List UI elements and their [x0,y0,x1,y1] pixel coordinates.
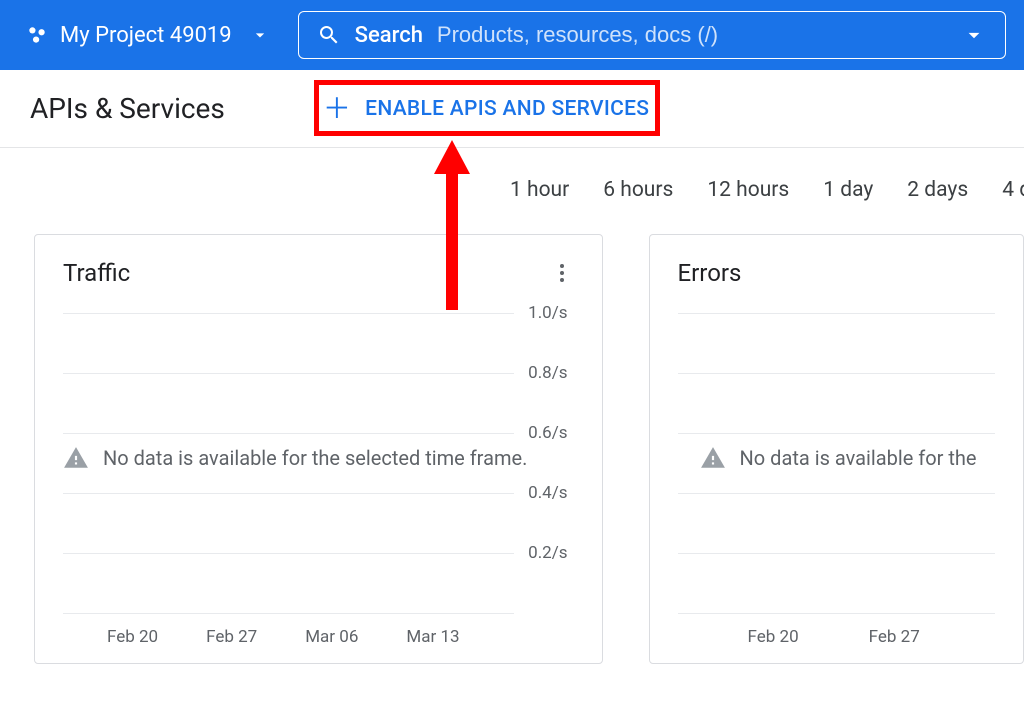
search-box[interactable]: Search [298,11,1006,59]
timerange-1h[interactable]: 1 hour [510,178,569,202]
ytick: 0.4/s [528,483,567,503]
warning-icon [63,445,89,471]
project-name: My Project 49019 [60,23,232,48]
xtick: Feb 27 [206,627,257,647]
project-icon [26,24,48,46]
ytick: 0.8/s [528,363,567,383]
xtick: Feb 20 [107,627,158,647]
errors-xaxis: Feb 20 Feb 27 [678,627,995,647]
traffic-nodata: No data is available for the selected ti… [63,445,514,471]
chevron-down-icon[interactable] [961,22,987,48]
timerange-12h[interactable]: 12 hours [707,178,789,202]
project-selector[interactable]: My Project 49019 [18,17,278,54]
card-traffic-title: Traffic [63,259,130,287]
ytick: 0.6/s [528,423,567,443]
xtick: Mar 13 [406,627,459,647]
more-vert-icon[interactable] [550,261,574,285]
errors-nodata-text: No data is available for the [740,446,977,470]
timerange-2d[interactable]: 2 days [907,178,968,202]
search-label: Search [355,23,423,48]
timerange-1d[interactable]: 1 day [823,178,873,202]
traffic-chart: 1.0/s 0.8/s 0.6/s 0.4/s 0.2/s No data is… [63,313,514,613]
xtick: Feb 27 [869,627,920,647]
traffic-xaxis: Feb 20 Feb 27 Mar 06 Mar 13 [63,627,574,647]
enable-apis-label: Enable APIs and Services [365,97,649,121]
search-input[interactable] [437,22,947,48]
search-icon [317,23,341,47]
cards-row: Traffic 1.0/s 0.8/s 0.6/s 0.4/s 0.2/s No… [0,220,1024,664]
enable-apis-button[interactable]: ＋ Enable APIs and Services [305,89,667,129]
card-errors-title: Errors [678,259,742,287]
warning-icon [700,445,726,471]
ytick: 1.0/s [528,303,567,323]
subheader: APIs & Services ＋ Enable APIs and Servic… [0,70,1024,148]
caret-down-icon [250,25,270,45]
xtick: Feb 20 [748,627,799,647]
errors-chart: No data is available for the [678,313,995,613]
errors-nodata: No data is available for the [700,445,995,471]
card-traffic: Traffic 1.0/s 0.8/s 0.6/s 0.4/s 0.2/s No… [34,234,603,664]
timerange-4d[interactable]: 4 days [1002,178,1024,202]
topbar: My Project 49019 Search [0,0,1024,70]
plus-icon: ＋ [323,95,351,123]
page-title: APIs & Services [30,92,225,125]
traffic-nodata-text: No data is available for the selected ti… [103,446,527,470]
xtick: Mar 06 [305,627,358,647]
time-range-tabs: 1 hour 6 hours 12 hours 1 day 2 days 4 d… [510,148,1024,220]
card-errors: Errors No data is available for the Feb … [649,234,1024,664]
timerange-6h[interactable]: 6 hours [603,178,673,202]
ytick: 0.2/s [528,543,567,563]
